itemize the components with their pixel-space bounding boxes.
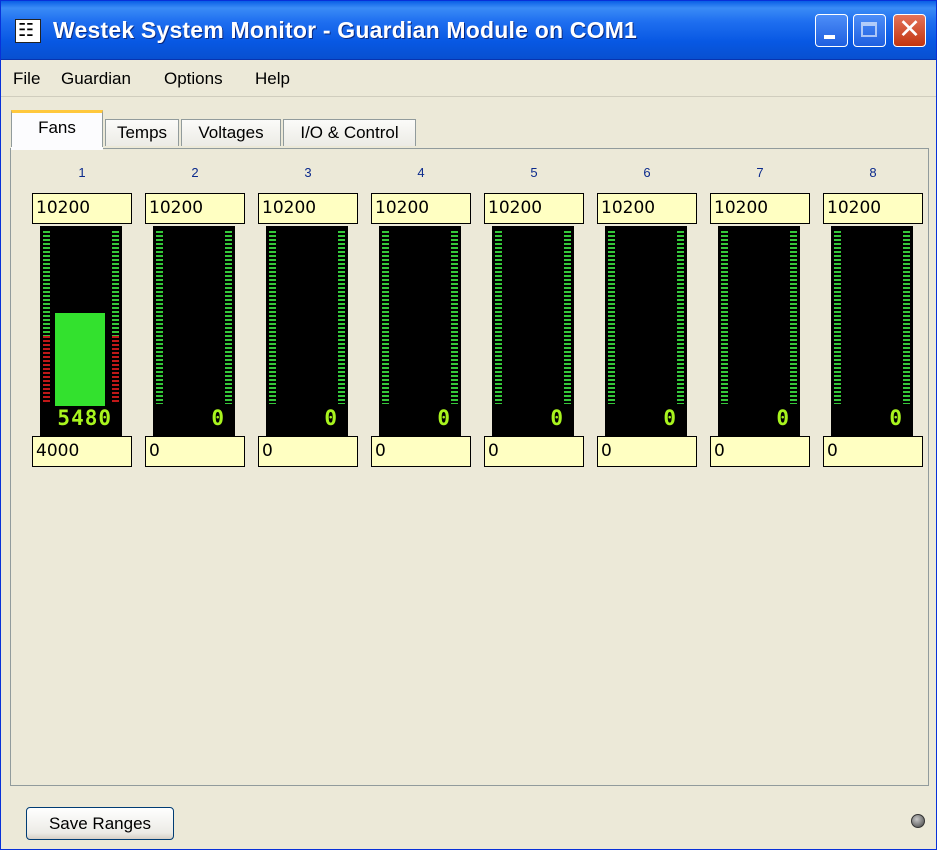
fan-rpm-meter: 0 bbox=[379, 226, 461, 436]
menu-guardian[interactable]: Guardian bbox=[61, 69, 131, 89]
fan-column-5: 5 10200 0 0 bbox=[484, 149, 589, 469]
main-window: ☷ Westek System Monitor - Guardian Modul… bbox=[0, 0, 937, 850]
fan-column-3: 3 10200 0 0 bbox=[258, 149, 363, 469]
tab-strip: Fans Temps Voltages I/O & Control bbox=[1, 109, 936, 150]
fan-number: 1 bbox=[78, 165, 86, 180]
status-led-icon bbox=[911, 814, 925, 828]
maximize-icon[interactable] bbox=[853, 14, 886, 47]
fan-min-field[interactable]: 0 bbox=[710, 436, 810, 467]
fan-number: 6 bbox=[643, 165, 651, 180]
fan-min-field[interactable]: 4000 bbox=[32, 436, 132, 467]
fan-rpm-readout: 0 bbox=[776, 406, 790, 430]
tab-fans[interactable]: Fans bbox=[11, 110, 103, 150]
fan-rpm-meter: 0 bbox=[718, 226, 800, 436]
fan-max-field[interactable]: 10200 bbox=[32, 193, 132, 224]
meter-scale-ticks bbox=[225, 231, 232, 404]
tab-io-control[interactable]: I/O & Control bbox=[283, 119, 416, 146]
meter-scale-ticks bbox=[834, 231, 841, 404]
fan-min-field[interactable]: 0 bbox=[823, 436, 923, 467]
fan-column-2: 2 10200 0 0 bbox=[145, 149, 250, 469]
fan-number: 7 bbox=[756, 165, 764, 180]
fan-column-4: 4 10200 0 0 bbox=[371, 149, 476, 469]
fan-rpm-readout: 0 bbox=[889, 406, 903, 430]
meter-scale-ticks bbox=[269, 231, 276, 404]
meter-alarm-ticks bbox=[43, 336, 50, 404]
meter-scale-ticks bbox=[790, 231, 797, 404]
fan-column-8: 8 10200 0 0 bbox=[823, 149, 928, 469]
fan-rpm-meter: 0 bbox=[831, 226, 913, 436]
fan-rpm-readout: 0 bbox=[324, 406, 338, 430]
fan-min-field[interactable]: 0 bbox=[484, 436, 584, 467]
menu-options[interactable]: Options bbox=[164, 69, 223, 89]
meter-scale-ticks bbox=[451, 231, 458, 404]
fan-max-field[interactable]: 10200 bbox=[823, 193, 923, 224]
fan-rpm-meter: 5480 bbox=[40, 226, 122, 436]
fan-max-field[interactable]: 10200 bbox=[371, 193, 471, 224]
meter-scale-ticks bbox=[156, 231, 163, 404]
fan-min-field[interactable]: 0 bbox=[597, 436, 697, 467]
meter-scale-ticks bbox=[564, 231, 571, 404]
fan-column-1: 1 10200 5480 4000 bbox=[32, 149, 137, 469]
meter-scale-ticks bbox=[903, 231, 910, 404]
meter-alarm-ticks bbox=[112, 336, 119, 404]
fan-column-7: 7 10200 0 0 bbox=[710, 149, 815, 469]
fan-max-field[interactable]: 10200 bbox=[484, 193, 584, 224]
fans-panel: 1 10200 5480 4000 2 10200 0 0 3 10200 0 0 4 10200 0 0 5 1… bbox=[10, 148, 929, 786]
fan-rpm-meter: 0 bbox=[605, 226, 687, 436]
fan-min-field[interactable]: 0 bbox=[371, 436, 471, 467]
title-bar[interactable]: ☷ Westek System Monitor - Guardian Modul… bbox=[1, 1, 936, 60]
fan-rpm-readout: 5480 bbox=[57, 406, 112, 430]
close-icon[interactable]: ✕ bbox=[893, 14, 926, 47]
fan-rpm-meter: 0 bbox=[153, 226, 235, 436]
meter-scale-ticks bbox=[677, 231, 684, 404]
fan-max-field[interactable]: 10200 bbox=[145, 193, 245, 224]
fan-number: 8 bbox=[869, 165, 877, 180]
fan-column-6: 6 10200 0 0 bbox=[597, 149, 702, 469]
menu-help[interactable]: Help bbox=[255, 69, 290, 89]
fan-rpm-bar bbox=[55, 313, 105, 406]
fan-number: 5 bbox=[530, 165, 538, 180]
meter-scale-ticks bbox=[382, 231, 389, 404]
fan-max-field[interactable]: 10200 bbox=[597, 193, 697, 224]
fan-max-field[interactable]: 10200 bbox=[258, 193, 358, 224]
tab-voltages[interactable]: Voltages bbox=[181, 119, 281, 146]
fan-rpm-meter: 0 bbox=[266, 226, 348, 436]
tab-temps[interactable]: Temps bbox=[105, 119, 179, 146]
meter-scale-ticks bbox=[721, 231, 728, 404]
meter-scale-ticks bbox=[608, 231, 615, 404]
westek-app-icon[interactable]: ☷ bbox=[15, 19, 41, 43]
meter-scale-ticks bbox=[495, 231, 502, 404]
fan-min-field[interactable]: 0 bbox=[258, 436, 358, 467]
status-area: Save Ranges bbox=[1, 796, 936, 850]
save-ranges-button[interactable]: Save Ranges bbox=[26, 807, 174, 840]
fan-rpm-readout: 0 bbox=[211, 406, 225, 430]
fan-rpm-readout: 0 bbox=[663, 406, 677, 430]
minimize-icon[interactable] bbox=[815, 14, 848, 47]
menu-file[interactable]: File bbox=[13, 69, 40, 89]
fan-min-field[interactable]: 0 bbox=[145, 436, 245, 467]
fan-rpm-readout: 0 bbox=[550, 406, 564, 430]
fan-number: 4 bbox=[417, 165, 425, 180]
fan-rpm-readout: 0 bbox=[437, 406, 451, 430]
fan-rpm-meter: 0 bbox=[492, 226, 574, 436]
window-title: Westek System Monitor - Guardian Module … bbox=[53, 17, 638, 43]
fan-number: 3 bbox=[304, 165, 312, 180]
fan-max-field[interactable]: 10200 bbox=[710, 193, 810, 224]
menu-bar: File Guardian Options Help bbox=[1, 60, 936, 97]
fan-number: 2 bbox=[191, 165, 199, 180]
meter-scale-ticks bbox=[338, 231, 345, 404]
